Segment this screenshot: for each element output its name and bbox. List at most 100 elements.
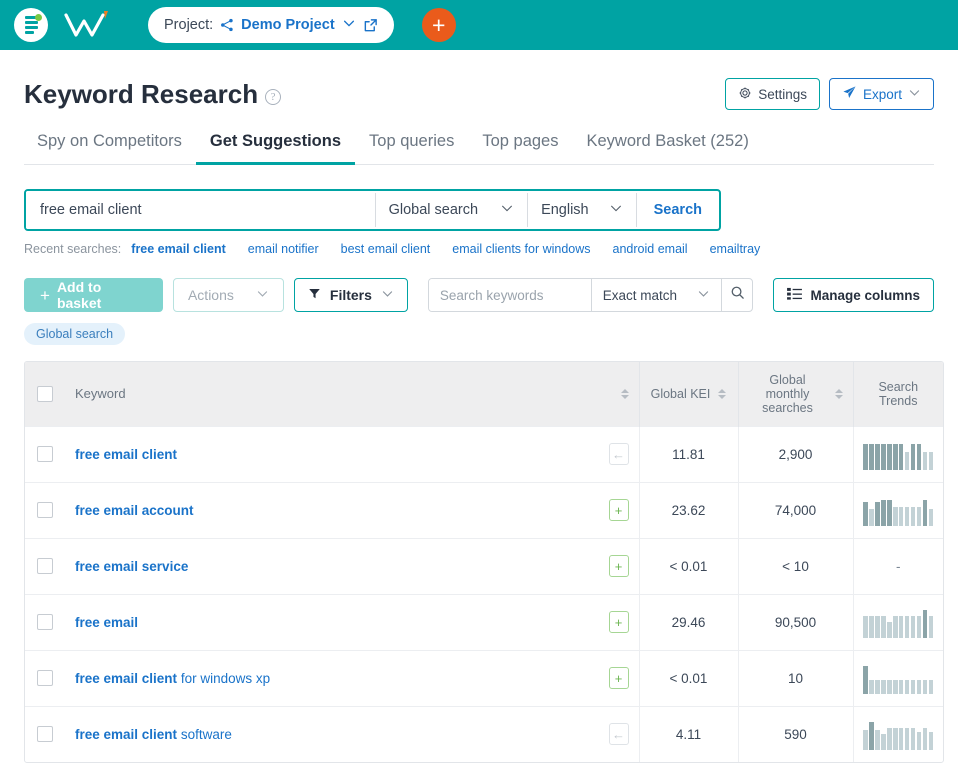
row-checkbox[interactable] <box>37 670 53 686</box>
sparkline-bar <box>875 502 880 526</box>
column-header-global-monthly-searches[interactable]: Global monthly searches <box>738 362 854 426</box>
match-mode-select[interactable]: Exact match <box>592 279 721 311</box>
magnifying-glass-icon <box>730 285 745 305</box>
table-body: free email client ← 11.81 2,900 free email a… <box>25 425 943 762</box>
columns-list-icon <box>787 287 803 303</box>
tab-get-suggestions[interactable]: Get Suggestions <box>195 132 356 165</box>
add-to-basket-button[interactable]: + Add to basket <box>24 278 163 312</box>
actions-dropdown[interactable]: Actions <box>172 278 284 312</box>
cell-global-kei: 11.81 <box>639 425 739 482</box>
project-selector[interactable]: Project: Demo Project <box>148 7 394 43</box>
settings-button[interactable]: Settings <box>725 78 820 110</box>
sort-toggle-global-kei[interactable] <box>718 388 727 399</box>
cell-global-kei: 23.62 <box>639 481 739 538</box>
select-all-checkbox[interactable] <box>37 385 53 402</box>
cell-global-monthly-searches: 90,500 <box>738 593 854 650</box>
cell-global-kei: < 0.01 <box>639 537 739 594</box>
cell-global-monthly-searches: 74,000 <box>738 481 854 538</box>
match-mode-value: Exact match <box>602 287 677 303</box>
add-keyword-to-basket-icon[interactable]: + <box>608 611 629 633</box>
recent-search-item[interactable]: android email <box>613 242 688 256</box>
filters-button[interactable]: Filters <box>293 278 408 312</box>
sparkline-bar <box>904 728 910 751</box>
column-header-search-trends: Search Trends <box>853 362 943 426</box>
row-checkbox[interactable] <box>37 726 53 743</box>
cell-global-monthly-searches: 590 <box>738 705 854 762</box>
filter-chip-global-search[interactable]: Global search <box>24 323 126 345</box>
cell-keyword: free email + <box>25 593 640 650</box>
cell-global-kei: 4.11 <box>639 705 739 762</box>
row-checkbox[interactable] <box>37 558 53 574</box>
keyword-search-input[interactable] <box>26 191 375 229</box>
search-scope-value: Global search <box>388 202 479 218</box>
keyword-filter-group: Exact match <box>427 278 754 312</box>
sort-toggle-global-monthly-searches[interactable] <box>834 388 843 399</box>
webceo-w-logo <box>64 11 108 37</box>
row-checkbox[interactable] <box>37 446 53 462</box>
keyword-link[interactable]: free email client for windows xp <box>75 671 587 686</box>
main-menu-button[interactable] <box>14 8 48 42</box>
external-link-icon[interactable] <box>363 18 378 33</box>
share-nodes-icon <box>220 18 234 32</box>
recent-search-item[interactable]: email clients for windows <box>452 242 590 256</box>
column-header-global-kei[interactable]: Global KEI <box>639 362 739 426</box>
recent-search-item[interactable]: email notifier <box>248 242 319 256</box>
tab-top-pages[interactable]: Top pages <box>468 132 572 165</box>
recent-search-item[interactable]: free email client <box>131 242 226 256</box>
row-checkbox[interactable] <box>37 614 53 630</box>
add-new-button[interactable]: + <box>421 8 456 42</box>
recent-search-item[interactable]: best email client <box>341 242 431 256</box>
sparkline-bar <box>863 444 868 470</box>
sparkline-bar <box>875 680 880 694</box>
sparkline-bar <box>899 616 904 638</box>
sparkline-bar <box>928 680 934 694</box>
search-submit-button[interactable]: Search <box>637 191 719 229</box>
search-scope-select[interactable]: Global search <box>376 191 527 229</box>
tab-keyword-basket[interactable]: Keyword Basket (252) <box>572 132 762 165</box>
plus-icon: + <box>431 11 446 38</box>
sort-toggle-keyword[interactable] <box>620 388 629 399</box>
search-language-select[interactable]: English <box>528 191 636 229</box>
keyword-link[interactable]: free email service <box>75 559 587 574</box>
sparkline-bar <box>916 680 922 694</box>
sparkline-bar <box>916 616 922 638</box>
row-checkbox[interactable] <box>37 502 53 518</box>
page-title-text: Keyword Research <box>24 78 259 109</box>
add-keyword-to-basket-icon[interactable]: + <box>608 667 629 689</box>
notification-dot-icon <box>35 14 42 21</box>
sparkline-bar <box>904 616 910 638</box>
sparkline-bar <box>916 507 922 526</box>
sparkline-bar <box>875 730 880 751</box>
cell-search-trends: - <box>853 537 943 594</box>
manage-columns-button[interactable]: Manage columns <box>773 278 934 312</box>
tab-top-queries[interactable]: Top queries <box>355 132 468 165</box>
keyword-link[interactable]: free email client <box>75 447 587 462</box>
keyword-link[interactable]: free email <box>75 615 587 630</box>
sparkline-bar <box>887 500 892 526</box>
recent-search-item[interactable]: emailtray <box>710 242 761 256</box>
sparkline-bar <box>875 616 880 638</box>
export-button[interactable]: Export <box>828 78 934 110</box>
sparkline-bar <box>875 444 880 470</box>
keyword-in-basket-icon[interactable]: ← <box>608 443 629 465</box>
keyword-link[interactable]: free email account <box>75 503 587 518</box>
keyword-link[interactable]: free email client software <box>75 727 587 742</box>
sparkline-bar <box>922 680 928 694</box>
search-keywords-input[interactable] <box>428 279 591 311</box>
actions-label: Actions <box>187 287 234 303</box>
table-row: free email client for windows xp + < 0.01 1… <box>25 649 943 706</box>
chevron-down-icon <box>381 287 394 303</box>
cell-search-trends <box>853 593 943 650</box>
keyword-filter-search-button[interactable] <box>722 279 753 311</box>
add-keyword-to-basket-icon[interactable]: + <box>608 499 629 521</box>
chevron-down-icon[interactable] <box>342 16 356 35</box>
question-mark-circle-icon[interactable]: ? <box>265 89 282 105</box>
sparkline-bar <box>887 444 892 470</box>
keyword-in-basket-icon[interactable]: ← <box>608 723 629 746</box>
tab-spy-on-competitors[interactable]: Spy on Competitors <box>24 132 196 165</box>
active-filter-chips: Global search <box>24 323 934 345</box>
sparkline-bar <box>881 616 886 638</box>
sparkline-bar <box>899 680 904 694</box>
add-keyword-to-basket-icon[interactable]: + <box>608 555 629 577</box>
column-header-keyword[interactable]: Keyword <box>25 362 640 426</box>
